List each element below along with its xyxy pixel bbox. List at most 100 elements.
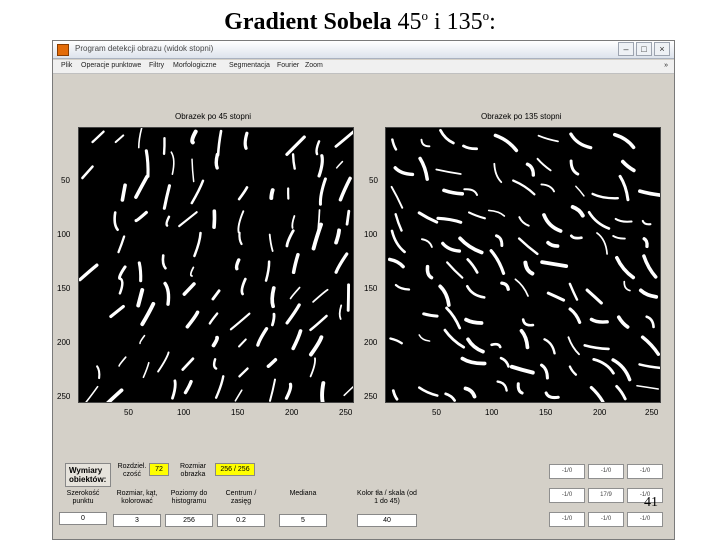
edge-stroke xyxy=(113,211,119,232)
edge-stroke xyxy=(114,134,125,144)
left-edge-image xyxy=(79,128,353,402)
edge-stroke xyxy=(420,238,433,248)
edge-stroke xyxy=(237,186,249,201)
menu-fourier[interactable]: Fourier xyxy=(277,62,299,69)
menu-filtry[interactable]: Filtry xyxy=(149,62,164,69)
edge-stroke xyxy=(518,216,530,227)
edge-stroke xyxy=(334,252,349,274)
edge-stroke xyxy=(284,382,293,400)
edge-stroke xyxy=(490,342,502,349)
edge-stroke xyxy=(536,157,552,172)
window-titlebar[interactable]: Program detekcji obrazu (widok stopni) –… xyxy=(53,41,674,59)
menu-operacje-punktowe[interactable]: Operacje punktowe xyxy=(81,62,141,69)
minimize-icon[interactable]: – xyxy=(618,42,634,56)
left-axes-title: Obrazek po 45 stopni xyxy=(175,112,252,121)
mediana-field[interactable]: 5 xyxy=(279,514,327,527)
edge-stroke xyxy=(439,128,455,145)
edge-stroke xyxy=(517,237,539,256)
edge-stroke xyxy=(615,255,636,280)
menu-segmentacja[interactable]: Segmentacja xyxy=(229,62,270,69)
edge-stroke xyxy=(546,240,560,248)
kernel-button[interactable]: -1/0 xyxy=(627,512,663,527)
edge-stroke xyxy=(117,265,127,280)
edge-stroke xyxy=(191,158,195,183)
edge-stroke xyxy=(338,304,343,320)
edge-stroke xyxy=(238,338,247,348)
edge-stroke xyxy=(540,183,555,193)
edge-stroke xyxy=(587,210,611,230)
edge-stroke xyxy=(190,179,205,205)
edge-stroke xyxy=(390,229,406,254)
kernel-button[interactable]: -1/0 xyxy=(588,464,624,479)
kernel-button[interactable]: -1/0 xyxy=(549,488,585,503)
edge-stroke xyxy=(134,174,149,199)
edge-stroke xyxy=(642,237,649,249)
edge-stroke xyxy=(467,211,486,220)
edge-stroke xyxy=(591,192,619,200)
edge-stroke xyxy=(638,363,660,370)
rozdzielczosc-field[interactable]: 72 xyxy=(149,463,169,476)
edge-stroke xyxy=(583,344,610,351)
edge-stroke xyxy=(519,328,530,350)
edge-stroke xyxy=(171,379,177,400)
edge-stroke xyxy=(334,130,353,148)
left-xtick: 150 xyxy=(231,408,245,417)
kernel-button[interactable]: -1/0 xyxy=(627,464,663,479)
edge-stroke xyxy=(79,263,99,282)
kernel-button[interactable]: -1/0 xyxy=(549,512,585,527)
edge-stroke xyxy=(291,329,303,351)
left-ytick: 150 xyxy=(57,284,71,293)
matlab-app-icon xyxy=(57,44,69,56)
edge-stroke xyxy=(525,162,535,177)
edge-stroke xyxy=(309,357,316,378)
edge-stroke xyxy=(540,260,569,268)
szerokosc-field[interactable]: 0 xyxy=(59,512,107,525)
menu-plik[interactable]: Plik xyxy=(61,62,72,69)
edge-stroke xyxy=(118,277,124,295)
menu-zoom[interactable]: Zoom xyxy=(305,62,323,69)
edge-stroke xyxy=(546,291,566,302)
edge-stroke xyxy=(120,183,127,202)
rozmiar-kat-label: Rozmiar, kąt, kolorować xyxy=(113,490,161,508)
edge-stroke xyxy=(181,357,195,371)
edge-stroke xyxy=(193,231,202,258)
menu-overflow-icon[interactable]: » xyxy=(664,62,668,69)
edge-stroke xyxy=(96,365,101,380)
edge-stroke xyxy=(592,358,615,375)
edge-stroke xyxy=(463,188,479,196)
kernel-button[interactable]: -1/0 xyxy=(549,464,585,479)
edge-stroke xyxy=(268,378,276,402)
edge-stroke xyxy=(134,210,148,223)
kolor-label: Kolor tła / skala (od 1 do 45) xyxy=(357,490,417,508)
edge-stroke xyxy=(185,310,200,329)
edge-stroke xyxy=(436,216,463,224)
edge-stroke xyxy=(611,358,632,382)
edge-stroke xyxy=(291,252,300,275)
right-axes-title: Obrazek po 135 stopni xyxy=(481,112,562,121)
edge-stroke xyxy=(338,176,352,202)
kernel-button[interactable]: -1/0 xyxy=(588,512,624,527)
rozmiar-field[interactable]: 256 / 256 xyxy=(215,463,255,476)
close-icon[interactable]: × xyxy=(654,42,670,56)
edge-stroke xyxy=(289,286,301,300)
right-xtick: 250 xyxy=(645,408,659,417)
edge-stroke xyxy=(570,204,585,218)
maximize-icon[interactable]: □ xyxy=(636,42,652,56)
edge-stroke xyxy=(161,254,167,270)
kolor-field[interactable]: 40 xyxy=(357,514,417,527)
edge-stroke xyxy=(309,314,328,332)
edge-stroke xyxy=(500,281,510,291)
poziomy-field[interactable]: 256 xyxy=(165,514,213,527)
menu-morfologiczne[interactable]: Morfologiczne xyxy=(173,62,217,69)
edge-stroke xyxy=(641,219,652,226)
edge-stroke xyxy=(537,134,559,143)
kernel-button[interactable]: 17/9 xyxy=(588,488,624,503)
edge-stroke xyxy=(157,351,170,373)
edge-stroke xyxy=(240,277,247,296)
edge-stroke xyxy=(422,312,439,318)
rozmiar-kat-field[interactable]: 3 xyxy=(113,514,161,527)
edge-stroke xyxy=(443,328,466,349)
edge-stroke xyxy=(425,264,434,280)
centrum-label: Centrum / zasięg xyxy=(217,490,265,508)
centrum-field[interactable]: 0.2 xyxy=(217,514,265,527)
